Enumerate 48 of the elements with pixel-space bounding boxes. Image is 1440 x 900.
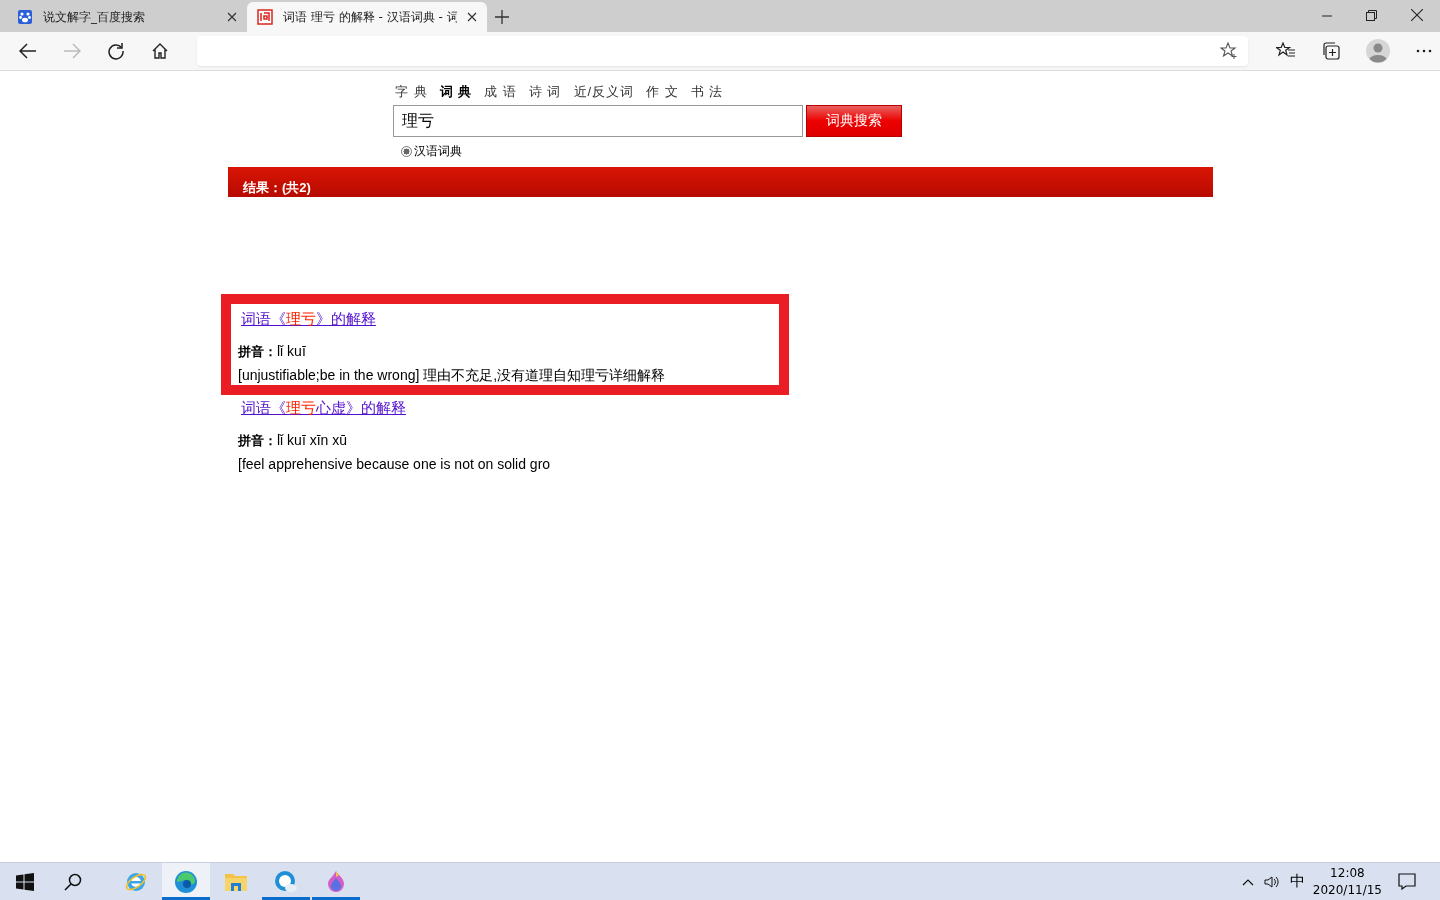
magnifier-cloud-icon [274,869,298,894]
collections-icon[interactable] [1322,42,1340,60]
paw-icon [17,9,33,25]
windows-logo-icon[interactable] [16,872,34,891]
forward-arrow-icon [63,43,81,59]
search-button[interactable]: 词典搜索 [806,105,902,137]
restore-icon[interactable] [1366,10,1377,21]
favorites-icon[interactable] [1276,42,1296,60]
close-icon[interactable] [467,12,477,22]
results-header-bar: 结果：(共2) [228,167,1213,197]
nav-link[interactable]: 字 典 [395,83,428,101]
browser-tab[interactable]: 词语 理亏 的解释 - 汉语词典 - 词 [247,2,487,32]
site-logo-icon [257,9,273,25]
close-icon[interactable] [227,12,237,22]
more-icon[interactable] [1416,49,1432,53]
star-icon[interactable] [1220,42,1238,60]
back-arrow-icon[interactable] [19,43,37,59]
browser-tab[interactable]: 说文解字_百度搜索 [7,2,247,32]
chevron-up-icon[interactable] [1241,877,1254,886]
taskbar-app-button[interactable] [162,863,210,900]
pinyin-text: lǐ kuī [277,343,306,361]
browser-wave-icon [174,869,198,894]
notification-icon[interactable] [1398,873,1416,890]
home-icon[interactable] [151,42,169,60]
search-icon[interactable] [64,872,82,891]
definition-text: [unjustifiable;be in the wrong] 理由不充足,没有道理自知理亏详细解释 [238,367,667,385]
nav-link[interactable]: 诗 词 [528,83,562,101]
pinyin-label: 拼音： [238,343,277,361]
nav-link[interactable]: 成 语 [484,83,517,101]
pinyin-text: lǐ kuī xīn xū [277,432,348,450]
input-method-indicator[interactable]: 中 [1289,872,1305,891]
speaker-icon[interactable] [1263,874,1280,889]
search-field[interactable]: 理亏 [393,105,803,137]
nav-link[interactable]: 书 法 [690,83,724,101]
radio-label: 汉语词典 [414,143,462,160]
radio-button[interactable] [401,146,412,157]
result-link[interactable]: 词语《理亏》的解释 [241,310,376,329]
close-icon[interactable] [1411,9,1423,21]
avatar-icon[interactable] [1366,39,1390,63]
clock-time[interactable]: 12:08 [1330,864,1365,882]
nav-link[interactable]: 词 典 [439,83,473,101]
nav-link[interactable]: 近/反义词 [573,83,635,101]
refresh-icon[interactable] [107,42,125,60]
definition-text: [feel apprehensive because one is not on solid gro [238,456,552,472]
new-tab-icon[interactable] [495,10,509,24]
pinyin-label: 拼音： [238,432,277,450]
nav-link[interactable]: 作 文 [646,83,679,101]
clock-date[interactable]: 2020/11/15 [1312,881,1382,899]
